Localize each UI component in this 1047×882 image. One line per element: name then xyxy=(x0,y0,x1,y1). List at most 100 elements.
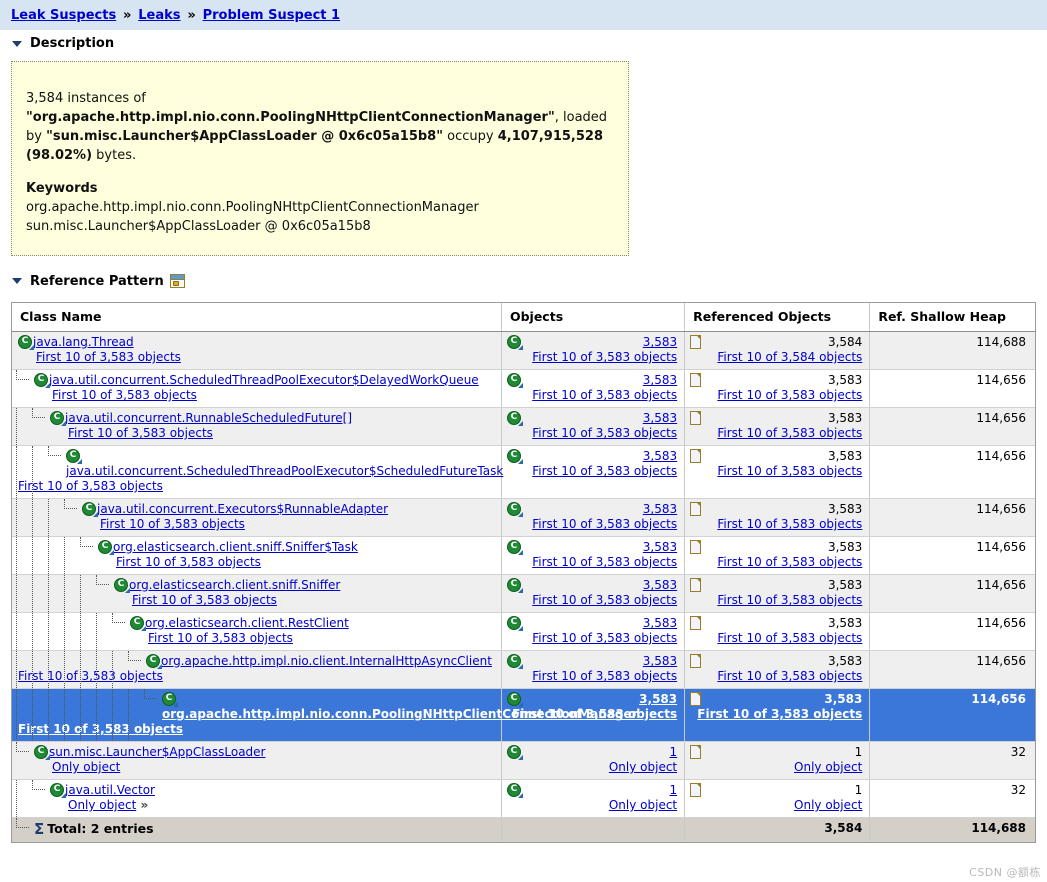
referenced-detail-link[interactable]: First 10 of 3,583 objects xyxy=(689,631,862,646)
cell-referenced-objects[interactable]: 3,583 First 10 of 3,583 objects xyxy=(684,574,871,613)
cell-class-name[interactable]: java.util.concurrent.ScheduledThreadPool… xyxy=(12,369,502,408)
breadcrumb-item-leaks[interactable]: Leaks xyxy=(138,8,180,23)
cell-class-name[interactable]: java.util.concurrent.Executors$RunnableA… xyxy=(12,498,502,537)
cell-class-name[interactable]: org.elasticsearch.client.RestClientFirst… xyxy=(12,612,502,651)
class-name-link[interactable]: java.util.concurrent.RunnableScheduledFu… xyxy=(65,411,352,425)
referenced-detail-link[interactable]: First 10 of 3,583 objects xyxy=(689,426,862,441)
referenced-detail-link[interactable]: First 10 of 3,583 objects xyxy=(689,555,862,570)
breadcrumb-item-leak-suspects[interactable]: Leak Suspects xyxy=(11,8,116,23)
cell-objects[interactable]: 1Only object xyxy=(501,779,686,818)
objects-detail-link[interactable]: First 10 of 3,583 objects xyxy=(506,388,677,403)
referenced-detail-link[interactable]: First 10 of 3,583 objects xyxy=(689,388,862,403)
table-row[interactable]: java.util.concurrent.ScheduledThreadPool… xyxy=(12,445,1035,499)
cell-class-name[interactable]: org.elasticsearch.client.sniff.Sniffer$T… xyxy=(12,536,502,575)
objects-detail-link[interactable]: First 10 of 3,583 objects xyxy=(506,350,677,365)
objects-count-link[interactable]: 3,583 xyxy=(506,449,677,464)
cell-objects[interactable]: 3,583First 10 of 3,583 objects xyxy=(501,369,686,408)
window-export-icon[interactable] xyxy=(169,274,185,289)
objects-detail-link[interactable]: Only object xyxy=(506,760,677,775)
cell-referenced-objects[interactable]: 3,583 First 10 of 3,583 objects xyxy=(684,688,871,742)
cell-referenced-objects[interactable]: 1 Only object xyxy=(684,741,871,780)
class-objects-link[interactable]: First 10 of 3,583 objects xyxy=(132,593,277,607)
class-objects-link[interactable]: Only object xyxy=(68,798,136,812)
class-name-link[interactable]: java.lang.Thread xyxy=(33,335,134,349)
table-row[interactable]: org.apache.http.impl.nio.conn.PoolingNHt… xyxy=(12,688,1035,742)
objects-detail-link[interactable]: First 10 of 3,583 objects xyxy=(506,555,677,570)
cell-referenced-objects[interactable]: 3,583 First 10 of 3,583 objects xyxy=(684,650,871,689)
class-objects-link[interactable]: First 10 of 3,583 objects xyxy=(100,517,245,531)
class-name-link[interactable]: org.elasticsearch.client.sniff.Sniffer$T… xyxy=(113,540,358,554)
cell-objects[interactable]: 3,583First 10 of 3,583 objects xyxy=(501,688,686,742)
cell-objects[interactable]: 3,583First 10 of 3,583 objects xyxy=(501,612,686,651)
class-objects-link[interactable]: First 10 of 3,583 objects xyxy=(18,722,183,736)
cell-objects[interactable]: 3,583First 10 of 3,583 objects xyxy=(501,650,686,689)
referenced-detail-link[interactable]: First 10 of 3,583 objects xyxy=(689,593,862,608)
objects-count-link[interactable]: 3,583 xyxy=(506,654,677,669)
cell-objects[interactable]: 1Only object xyxy=(501,741,686,780)
cell-referenced-objects[interactable]: 3,583 First 10 of 3,583 objects xyxy=(684,498,871,537)
class-name-link[interactable]: java.util.concurrent.ScheduledThreadPool… xyxy=(66,464,503,478)
chevron-down-icon[interactable] xyxy=(12,40,22,47)
objects-detail-link[interactable]: First 10 of 3,583 objects xyxy=(506,426,677,441)
cell-class-name[interactable]: org.elasticsearch.client.sniff.SnifferFi… xyxy=(12,574,502,613)
cell-referenced-objects[interactable]: 3,583 First 10 of 3,583 objects xyxy=(684,536,871,575)
cell-referenced-objects[interactable]: 3,583 First 10 of 3,583 objects xyxy=(684,369,871,408)
objects-count-link[interactable]: 3,583 xyxy=(506,502,677,517)
table-row[interactable]: java.util.concurrent.ScheduledThreadPool… xyxy=(12,369,1035,408)
objects-count-link[interactable]: 3,583 xyxy=(506,692,677,707)
cell-class-name[interactable]: java.util.VectorOnly object » xyxy=(12,779,502,818)
column-header-referenced-objects[interactable]: Referenced Objects xyxy=(684,302,871,332)
cell-class-name[interactable]: sun.misc.Launcher$AppClassLoaderOnly obj… xyxy=(12,741,502,780)
table-row[interactable]: java.util.concurrent.Executors$RunnableA… xyxy=(12,498,1035,537)
referenced-detail-link[interactable]: First 10 of 3,584 objects xyxy=(689,350,862,365)
cell-objects[interactable]: 3,583First 10 of 3,583 objects xyxy=(501,574,686,613)
table-row[interactable]: org.elasticsearch.client.RestClientFirst… xyxy=(12,612,1035,651)
table-row[interactable]: org.apache.http.impl.nio.client.Internal… xyxy=(12,650,1035,689)
class-objects-link[interactable]: First 10 of 3,583 objects xyxy=(68,426,213,440)
more-indicator[interactable]: » xyxy=(136,798,148,812)
objects-count-link[interactable]: 3,583 xyxy=(506,373,677,388)
objects-count-link[interactable]: 3,583 xyxy=(506,411,677,426)
cell-class-name[interactable]: org.apache.http.impl.nio.client.Internal… xyxy=(12,650,502,689)
breadcrumb-item-problem-suspect-1[interactable]: Problem Suspect 1 xyxy=(203,8,341,23)
objects-detail-link[interactable]: First 10 of 3,583 objects xyxy=(506,464,677,479)
cell-objects[interactable]: 3,583First 10 of 3,583 objects xyxy=(501,498,686,537)
cell-referenced-objects[interactable]: 3,583 First 10 of 3,583 objects xyxy=(684,407,871,446)
table-row[interactable]: java.util.VectorOnly object »1Only objec… xyxy=(12,779,1035,818)
objects-detail-link[interactable]: First 10 of 3,583 objects xyxy=(506,593,677,608)
class-objects-link[interactable]: First 10 of 3,583 objects xyxy=(18,479,163,493)
cell-class-name[interactable]: org.apache.http.impl.nio.conn.PoolingNHt… xyxy=(12,688,638,742)
cell-referenced-objects[interactable]: 3,583 First 10 of 3,583 objects xyxy=(684,612,871,651)
table-row[interactable]: sun.misc.Launcher$AppClassLoaderOnly obj… xyxy=(12,741,1035,780)
referenced-detail-link[interactable]: First 10 of 3,583 objects xyxy=(689,707,862,722)
class-objects-link[interactable]: First 10 of 3,583 objects xyxy=(148,631,293,645)
cell-class-name[interactable]: java.lang.ThreadFirst 10 of 3,583 object… xyxy=(12,331,502,370)
referenced-detail-link[interactable]: First 10 of 3,583 objects xyxy=(689,669,862,684)
cell-objects[interactable]: 3,583First 10 of 3,583 objects xyxy=(501,445,686,499)
referenced-detail-link[interactable]: Only object xyxy=(689,760,862,775)
class-name-link[interactable]: java.util.concurrent.ScheduledThreadPool… xyxy=(49,373,479,387)
table-row[interactable]: org.elasticsearch.client.sniff.Sniffer$T… xyxy=(12,536,1035,575)
description-section-header[interactable]: Description xyxy=(0,30,1047,55)
table-row[interactable]: java.lang.Thread First 10 of 3,583 object… xyxy=(12,331,1035,370)
class-objects-link[interactable]: Only object xyxy=(52,760,120,774)
class-name-link[interactable]: sun.misc.Launcher$AppClassLoader xyxy=(49,745,266,759)
chevron-down-icon[interactable] xyxy=(12,278,22,285)
table-row[interactable]: java.util.concurrent.RunnableScheduledFu… xyxy=(12,407,1035,446)
referenced-detail-link[interactable]: Only object xyxy=(689,798,862,813)
class-name-link[interactable]: java.util.concurrent.Executors$RunnableA… xyxy=(97,502,388,516)
cell-class-name[interactable]: java.util.concurrent.ScheduledThreadPool… xyxy=(12,445,503,499)
cell-objects[interactable]: 3,583First 10 of 3,583 objects xyxy=(501,407,686,446)
objects-count-link[interactable]: 3,583 xyxy=(506,616,677,631)
objects-count-link[interactable]: 1 xyxy=(506,745,678,760)
objects-detail-link[interactable]: First 10 of 3,583 objects xyxy=(506,707,677,722)
objects-detail-link[interactable]: First 10 of 3,583 objects xyxy=(506,669,677,684)
cell-referenced-objects[interactable]: 3,583 First 10 of 3,583 objects xyxy=(684,445,871,499)
class-name-link[interactable]: org.elasticsearch.client.sniff.Sniffer xyxy=(129,578,340,592)
referenced-detail-link[interactable]: First 10 of 3,583 objects xyxy=(689,517,862,532)
class-objects-link[interactable]: First 10 of 3,583 objects xyxy=(52,388,197,402)
column-header-ref-shallow-heap[interactable]: Ref. Shallow Heap xyxy=(869,302,1035,332)
cell-objects[interactable]: 3,583First 10 of 3,583 objects xyxy=(501,536,686,575)
objects-count-link[interactable]: 3,583 xyxy=(506,335,677,350)
class-name-link[interactable]: org.elasticsearch.client.RestClient xyxy=(145,616,349,630)
